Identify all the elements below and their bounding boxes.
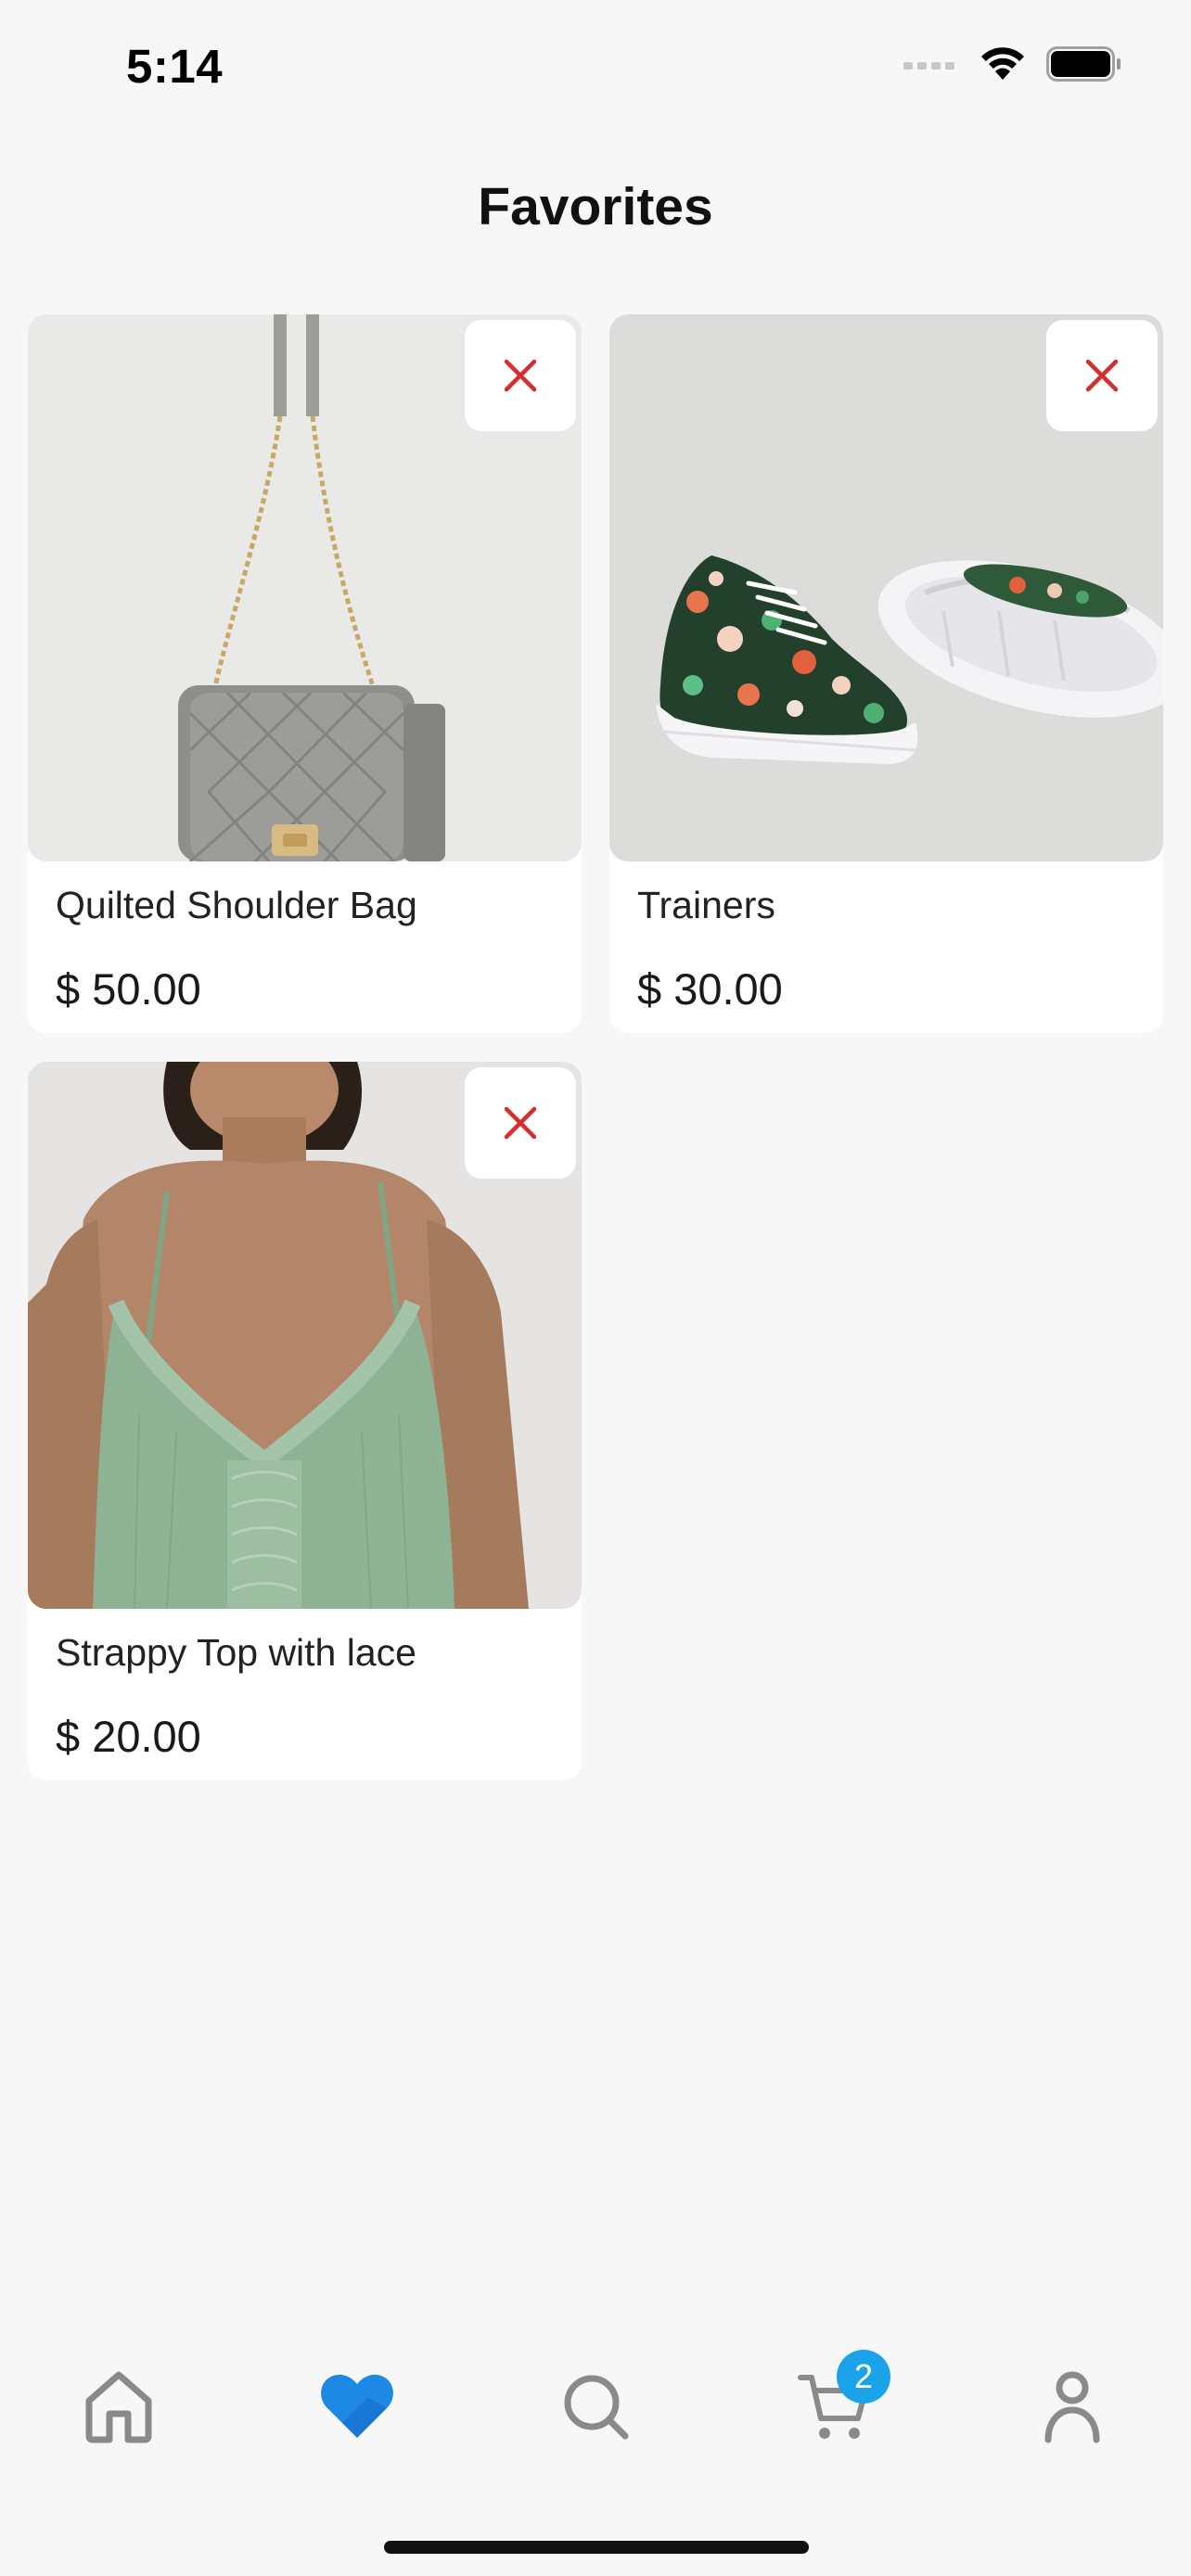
- favorite-card[interactable]: Strappy Top with lace $ 20.00: [28, 1062, 582, 1780]
- product-name: Strappy Top with lace: [56, 1631, 416, 1674]
- home-indicator: [384, 2541, 809, 2554]
- remove-favorite-button[interactable]: [465, 1067, 576, 1179]
- tab-profile[interactable]: [1012, 2346, 1133, 2467]
- status-icons: [903, 46, 1122, 82]
- favorite-card[interactable]: Quilted Shoulder Bag $ 50.00: [28, 314, 582, 1033]
- tab-home[interactable]: [58, 2346, 179, 2467]
- profile-icon: [1044, 2371, 1100, 2443]
- wifi-icon: [980, 46, 1026, 82]
- product-price: $ 50.00: [56, 964, 201, 1014]
- search-icon: [564, 2375, 629, 2440]
- page-title: Favorites: [478, 177, 713, 236]
- home-icon: [85, 2371, 152, 2443]
- cart-count-badge: 2: [837, 2350, 890, 2404]
- product-name: Trainers: [637, 884, 775, 926]
- product-price: $ 20.00: [56, 1712, 201, 1761]
- status-bar: 5:14: [0, 0, 1191, 134]
- status-time: 5:14: [126, 40, 224, 93]
- remove-favorite-button[interactable]: [1046, 320, 1158, 431]
- product-price: $ 30.00: [637, 964, 783, 1014]
- battery-icon: [1046, 46, 1122, 82]
- close-icon: [504, 1106, 537, 1140]
- favorite-card[interactable]: Trainers $ 30.00: [609, 314, 1163, 1033]
- tab-search[interactable]: [535, 2346, 656, 2467]
- product-name: Quilted Shoulder Bag: [56, 884, 417, 926]
- heart-icon: [321, 2374, 393, 2438]
- remove-favorite-button[interactable]: [465, 320, 576, 431]
- tab-cart[interactable]: 2: [774, 2346, 894, 2467]
- cellular-signal-icon: [903, 55, 959, 73]
- tab-bar: 2: [0, 2346, 1191, 2467]
- close-icon: [1085, 359, 1119, 392]
- close-icon: [504, 359, 537, 392]
- tab-favorites[interactable]: [297, 2346, 417, 2467]
